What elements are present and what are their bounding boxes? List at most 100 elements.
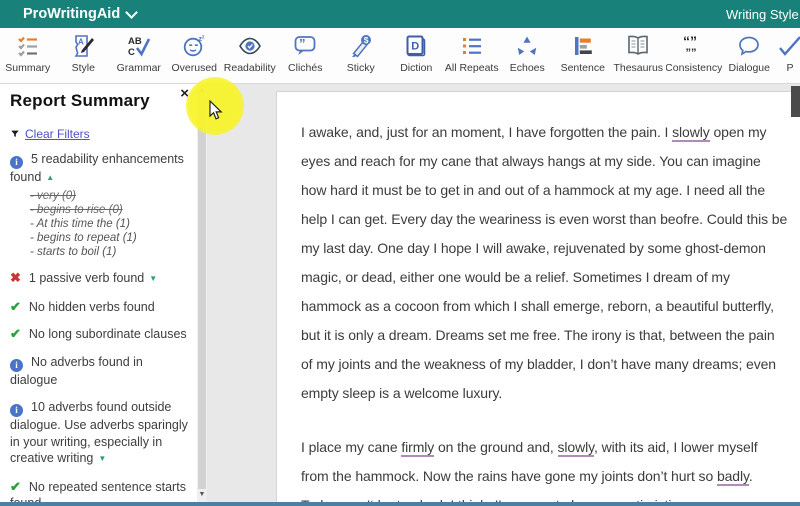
readability-icon bbox=[237, 33, 263, 59]
toolbar-item-overused[interactable]: z z Overused bbox=[167, 28, 223, 83]
summary-item-1[interactable]: i5 readability enhancements found ▲ - very… bbox=[10, 151, 189, 259]
toolbar-item-label: P bbox=[786, 62, 794, 74]
summary-item-text: No repeated sentence starts found bbox=[10, 479, 186, 503]
adverb-highlight[interactable]: slowly bbox=[672, 124, 710, 142]
summary-item-5[interactable]: i No adverbs found in dialogue bbox=[10, 354, 189, 389]
summary-item-6[interactable]: i 10 adverbs found outside dialogue. Use … bbox=[10, 399, 189, 468]
summary-sub-item[interactable]: - begins to rise (0) bbox=[30, 204, 189, 218]
toolbar-item-label: Sticky bbox=[346, 62, 375, 74]
summary-sub-item[interactable]: - begins to repeat (1) bbox=[30, 232, 189, 246]
report-toolbar: Summary A Style AB C Grammar z z Overused Readabi… bbox=[0, 28, 800, 84]
app-title: ProWritingAid bbox=[23, 6, 121, 22]
summary-item-text: No hidden verbs found bbox=[28, 299, 155, 314]
summary-sub-item[interactable]: - At this time the (1) bbox=[30, 218, 189, 232]
toolbar-item-label: Consistency bbox=[666, 62, 722, 74]
adverb-highlight[interactable]: badly bbox=[716, 468, 749, 486]
toolbar-item-label: Diction bbox=[400, 62, 433, 74]
writing-style-label: Writing Style bbox=[726, 6, 799, 22]
toolbar-item-label: Style bbox=[71, 62, 95, 74]
document-scrollbar-thumb[interactable] bbox=[791, 86, 800, 117]
toolbar-item-style[interactable]: A Style bbox=[56, 28, 112, 83]
toolbar-item-p[interactable]: P bbox=[777, 28, 800, 83]
check-icon: ✔ bbox=[10, 478, 21, 494]
echoes-icon bbox=[514, 33, 540, 59]
toolbar-item-label: Echoes bbox=[509, 62, 545, 74]
panel-scrollbar[interactable]: ▲ ▼ bbox=[197, 84, 207, 502]
summary-item-7[interactable]: ✔No repeated sentence starts found bbox=[10, 479, 189, 503]
document-text: I awake, and, just for an moment, I have… bbox=[277, 92, 800, 502]
toolbar-item-echoes[interactable]: Echoes bbox=[500, 28, 556, 83]
toolbar-item-readability[interactable]: Readability bbox=[222, 28, 278, 83]
summary-item-4[interactable]: ✔ No long subordinate clauses bbox=[10, 326, 189, 343]
summary-items-list: i5 readability enhancements found ▲ - very… bbox=[0, 151, 197, 502]
svg-text:AB: AB bbox=[128, 36, 142, 47]
info-icon: i bbox=[10, 358, 23, 372]
toolbar-item-label: Readability bbox=[223, 62, 276, 74]
bottom-border-bar bbox=[0, 502, 800, 506]
toolbar-item-label: All Repeats bbox=[444, 62, 499, 74]
toolbar-item-sentence[interactable]: Sentence bbox=[555, 28, 611, 83]
summary-item-text: No adverbs found in dialogue bbox=[10, 354, 143, 387]
toolbar-item-label: Dialogue bbox=[728, 62, 770, 74]
check-icon: ✔ bbox=[10, 298, 21, 314]
summary-item-text: No long subordinate clauses bbox=[28, 327, 187, 341]
summary-icon bbox=[15, 33, 41, 59]
document-text-run: open my eyes and reach for my cane that … bbox=[301, 124, 788, 401]
summary-item-3[interactable]: ✔ No hidden verbs found bbox=[10, 299, 189, 316]
app-menu-dropdown[interactable]: ProWritingAid bbox=[23, 0, 139, 28]
summary-sub-item[interactable]: - very (0) bbox=[30, 190, 189, 204]
overused-icon: zz bbox=[181, 33, 207, 59]
writing-style-menu[interactable]: Writing Style bbox=[726, 0, 800, 28]
report-summary-panel: Report Summary × Clear Filters i5 readab… bbox=[0, 84, 197, 502]
panel-scrollbar-thumb[interactable] bbox=[198, 97, 206, 489]
expand-arrow-icon[interactable]: ▼ bbox=[149, 274, 157, 283]
toolbar-item-label: Overused bbox=[171, 62, 218, 74]
svg-text:”: ” bbox=[299, 36, 306, 51]
top-app-bar: ProWritingAid Writing Style bbox=[0, 0, 800, 28]
close-icon[interactable]: × bbox=[180, 86, 189, 101]
filter-funnel-icon bbox=[11, 130, 19, 137]
document-text-run: I awake, and, just for an moment, I have… bbox=[301, 124, 673, 140]
toolbar-item-consistency[interactable]: “””” Consistency bbox=[666, 28, 722, 83]
svg-text:A: A bbox=[78, 38, 84, 47]
svg-text:””: ”” bbox=[685, 47, 696, 58]
toolbar-item-thesaurus[interactable]: Thesaurus bbox=[611, 28, 667, 83]
scroll-up-icon[interactable]: ▲ bbox=[197, 86, 207, 96]
summary-item-2[interactable]: ✖ 1 passive verb found ▼ bbox=[10, 270, 189, 288]
svg-text:C: C bbox=[128, 47, 135, 58]
sentence-icon bbox=[570, 33, 596, 59]
svg-text:z: z bbox=[202, 35, 205, 41]
thesaurus-icon bbox=[625, 33, 651, 59]
style-icon: A bbox=[70, 33, 96, 59]
toolbar-item-label: Grammar bbox=[116, 62, 161, 74]
scroll-down-icon[interactable]: ▼ bbox=[197, 490, 207, 500]
toolbar-item-all-repeats[interactable]: All Repeats bbox=[444, 28, 500, 83]
pacing-icon bbox=[777, 33, 800, 59]
document-area: I awake, and, just for an moment, I have… bbox=[207, 84, 800, 502]
summary-sub-item[interactable]: - starts to boil (1) bbox=[30, 246, 189, 260]
adverb-highlight[interactable]: slowly bbox=[557, 439, 594, 457]
summary-item-text: 1 passive verb found bbox=[28, 271, 145, 285]
expand-arrow-icon[interactable]: ▼ bbox=[98, 454, 106, 463]
clear-filters-button[interactable]: Clear Filters bbox=[10, 127, 197, 141]
summary-sub-list: - very (0) - begins to rise (0) - At this … bbox=[30, 190, 189, 260]
adverb-highlight[interactable]: firmly bbox=[401, 439, 434, 457]
chevron-down-icon bbox=[125, 5, 139, 19]
toolbar-item-sticky[interactable]: $ Sticky bbox=[333, 28, 389, 83]
info-icon: i bbox=[10, 156, 23, 169]
toolbar-item-summary[interactable]: Summary bbox=[0, 28, 56, 83]
document-page: I awake, and, just for an moment, I have… bbox=[276, 91, 800, 502]
svg-text:D: D bbox=[411, 41, 419, 53]
check-icon: ✔ bbox=[10, 326, 21, 341]
all-repeats-icon bbox=[459, 33, 485, 59]
sticky-icon: $ bbox=[348, 33, 374, 59]
toolbar-item-clich-s[interactable]: ” Clichés bbox=[278, 28, 334, 83]
toolbar-item-dialogue[interactable]: Dialogue bbox=[722, 28, 778, 83]
collapse-arrow-icon[interactable]: ▲ bbox=[46, 173, 54, 182]
diction-icon: D bbox=[403, 33, 429, 59]
toolbar-item-grammar[interactable]: AB C Grammar bbox=[111, 28, 167, 83]
svg-text:$: $ bbox=[363, 35, 368, 45]
toolbar-item-diction[interactable]: D Diction bbox=[389, 28, 445, 83]
consistency-icon: “””” bbox=[681, 33, 707, 59]
toolbar-item-label: Clichés bbox=[288, 62, 323, 74]
